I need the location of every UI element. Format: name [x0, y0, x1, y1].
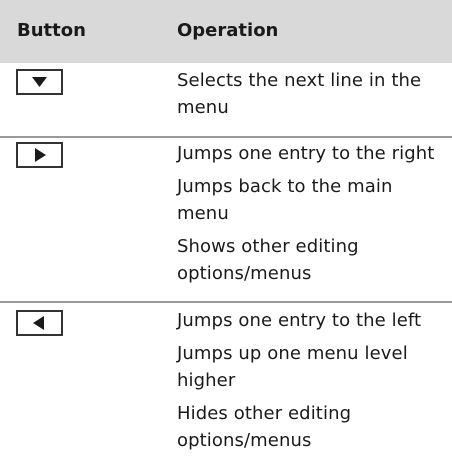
button-column-header: Button	[17, 20, 86, 41]
operation-text: Jumps back to the main menu	[177, 176, 393, 224]
operation-text: Selects the next line in the menu	[177, 70, 422, 118]
table-header: Button Operation	[0, 0, 452, 63]
operation-text: Shows other editing options/menus	[177, 236, 359, 284]
table-row: Jumps one entry to the left Jumps up one…	[0, 301, 452, 474]
left-arrow-key-icon	[16, 310, 63, 336]
button-operation-table: Button Operation Selects the next line i…	[0, 0, 452, 474]
right-arrow-key-icon	[16, 142, 63, 168]
operation-text: Jumps one entry to the left	[177, 310, 422, 331]
operation-text: Hides other editing options/menus	[177, 403, 352, 451]
operation-column-header: Operation	[177, 20, 279, 41]
down-arrow-key-icon	[16, 69, 63, 95]
operation-list: Jumps one entry to the left Jumps up one…	[177, 307, 452, 454]
operation-text: Jumps one entry to the right	[177, 143, 435, 164]
table-row: Selects the next line in the menu	[0, 63, 452, 138]
operation-text: Jumps up one menu level higher	[177, 343, 408, 391]
operation-list: Jumps one entry to the right Jumps back …	[177, 140, 452, 287]
operation-list: Selects the next line in the menu	[177, 67, 452, 121]
table-row: Jumps one entry to the right Jumps back …	[0, 136, 452, 303]
